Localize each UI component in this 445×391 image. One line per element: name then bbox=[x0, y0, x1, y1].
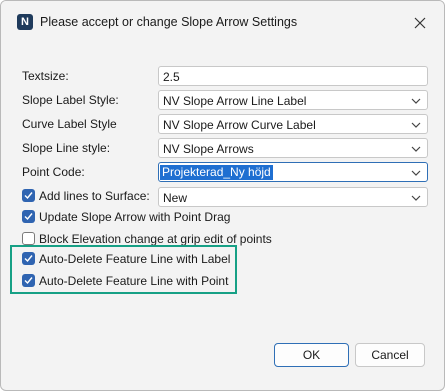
curve-label-style-value: NV Slope Arrow Curve Label bbox=[163, 118, 316, 132]
highlight-annotation-box bbox=[10, 245, 237, 294]
slope-line-style-label: Slope Line style: bbox=[22, 141, 111, 155]
add-lines-value: New bbox=[163, 191, 188, 205]
add-lines-select[interactable]: New bbox=[158, 187, 428, 207]
close-icon bbox=[414, 17, 426, 29]
slope-label-style-label: Slope Label Style: bbox=[22, 93, 119, 107]
point-code-combobox[interactable]: Projekterad_Ny höjd bbox=[158, 162, 428, 182]
slope-label-style-value: NV Slope Arrow Line Label bbox=[163, 94, 307, 108]
cancel-button[interactable]: Cancel bbox=[355, 343, 425, 367]
dialog-window: N Please accept or change Slope Arrow Se… bbox=[0, 0, 445, 391]
checkmark-icon bbox=[24, 192, 33, 200]
checkbox-box[interactable] bbox=[22, 210, 35, 223]
textsize-label: Textsize: bbox=[22, 69, 69, 83]
slope-line-style-select[interactable]: NV Slope Arrows bbox=[158, 138, 428, 158]
textsize-input[interactable]: 2.5 bbox=[158, 66, 428, 86]
dialog-title: Please accept or change Slope Arrow Sett… bbox=[40, 15, 298, 29]
add-lines-label: Add lines to Surface: bbox=[39, 189, 150, 203]
checkbox-box[interactable] bbox=[22, 232, 35, 245]
close-button[interactable] bbox=[406, 9, 434, 37]
textsize-value: 2.5 bbox=[163, 70, 180, 84]
chevron-down-icon bbox=[411, 122, 421, 128]
ok-button[interactable]: OK bbox=[274, 343, 349, 367]
add-lines-checkbox[interactable] bbox=[22, 189, 35, 202]
slope-label-style-select[interactable]: NV Slope Arrow Line Label bbox=[158, 90, 428, 110]
chevron-down-icon bbox=[411, 146, 421, 152]
checkbox-label: Block Elevation change at grip edit of p… bbox=[39, 232, 272, 246]
checkbox-label: Update Slope Arrow with Point Drag bbox=[39, 210, 231, 224]
app-icon: N bbox=[17, 14, 33, 30]
curve-label-style-label: Curve Label Style bbox=[22, 117, 117, 131]
title-bar: N Please accept or change Slope Arrow Se… bbox=[1, 1, 444, 45]
point-code-label: Point Code: bbox=[22, 165, 85, 179]
slope-line-style-value: NV Slope Arrows bbox=[163, 142, 254, 156]
chevron-down-icon bbox=[411, 195, 421, 201]
checkmark-icon bbox=[24, 213, 33, 221]
chevron-down-icon bbox=[411, 98, 421, 104]
point-code-value: Projekterad_Ny höjd bbox=[160, 165, 273, 180]
curve-label-style-select[interactable]: NV Slope Arrow Curve Label bbox=[158, 114, 428, 134]
dialog-content: Textsize: 2.5 Slope Label Style: NV Slop… bbox=[1, 45, 444, 390]
chevron-down-icon bbox=[411, 170, 421, 176]
